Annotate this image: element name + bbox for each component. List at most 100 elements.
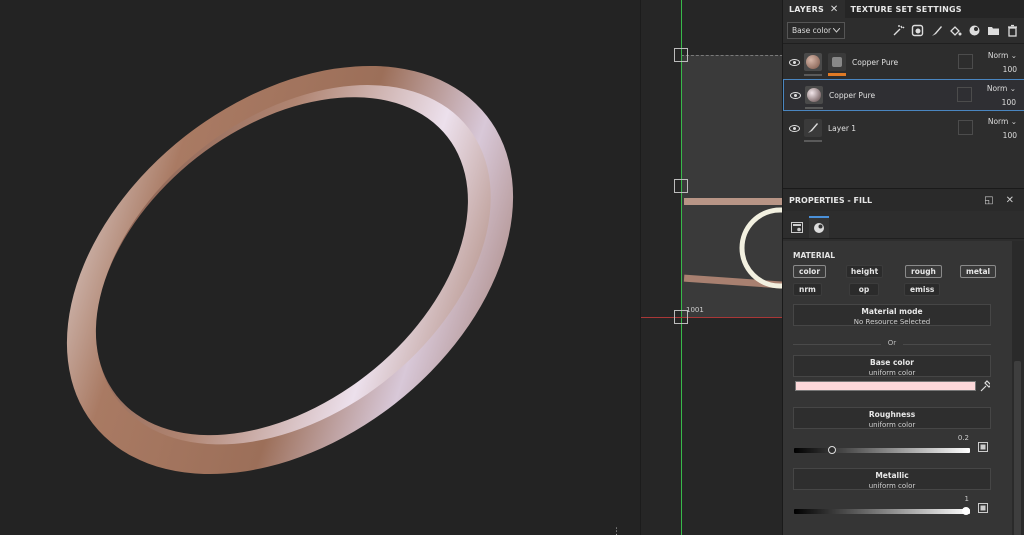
metallic-value: 1 bbox=[964, 495, 969, 503]
channel-toggle-nrm[interactable]: nrm bbox=[793, 283, 822, 296]
trash-icon[interactable] bbox=[1005, 23, 1020, 38]
tab-texture-set-settings[interactable]: TEXTURE SET SETTINGS bbox=[845, 0, 968, 18]
close-icon[interactable]: ✕ bbox=[830, 4, 839, 15]
blend-mode: Norm bbox=[987, 51, 1009, 60]
channel-dropdown[interactable]: Base color bbox=[787, 22, 845, 39]
material-mode-subtitle: No Resource Selected bbox=[853, 318, 931, 326]
blend-mode: Norm bbox=[987, 117, 1009, 126]
transform-handle[interactable] bbox=[674, 48, 688, 62]
properties-title: PROPERTIES - FILL bbox=[789, 195, 873, 205]
layer-opacity[interactable]: 100 bbox=[987, 96, 1016, 110]
undock-icon[interactable]: ◱ bbox=[984, 195, 993, 206]
layer-thumbnail bbox=[804, 119, 822, 142]
channel-toggle-height[interactable]: height bbox=[846, 265, 883, 278]
viewport-2d[interactable]: 1001 bbox=[640, 0, 782, 535]
add-fill-layer-icon[interactable] bbox=[948, 23, 963, 38]
or-label: Or bbox=[887, 339, 897, 347]
layer-name: Copper Pure bbox=[852, 57, 899, 67]
layer-blend-preview bbox=[958, 120, 973, 135]
layer-blend[interactable]: Norm ⌄ 100 bbox=[987, 82, 1016, 110]
roughness-slider[interactable] bbox=[794, 446, 970, 454]
layer-thumbnail bbox=[805, 86, 823, 109]
layers-panel: LAYERS ✕ TEXTURE SET SETTINGS Base color bbox=[782, 0, 1024, 188]
base-color-slot[interactable]: Base color uniform color bbox=[793, 355, 991, 377]
chevron-down-icon: ⌄ bbox=[1008, 51, 1017, 60]
layer-name: Layer 1 bbox=[828, 123, 857, 133]
layer-blend[interactable]: Norm ⌄ 100 bbox=[988, 49, 1017, 77]
tab-texture-set-settings-label: TEXTURE SET SETTINGS bbox=[850, 4, 962, 14]
channel-toggle-emiss[interactable]: emiss bbox=[904, 283, 941, 296]
layers-toolbar: Base color bbox=[783, 18, 1024, 44]
properties-panel: PROPERTIES - FILL ◱ ✕ MATERIAL color hei… bbox=[782, 188, 1024, 535]
roughness-reset-icon[interactable] bbox=[978, 442, 988, 452]
transform-handle[interactable] bbox=[674, 179, 688, 193]
properties-body: MATERIAL color height rough metal nrm op… bbox=[783, 241, 1013, 535]
ring-model bbox=[66, 65, 514, 475]
layer-name: Copper Pure bbox=[829, 90, 876, 100]
metallic-slider-knob[interactable] bbox=[962, 507, 970, 515]
viewport-splitter-handle[interactable]: ⋮ bbox=[612, 527, 621, 535]
metallic-title: Metallic bbox=[875, 471, 909, 480]
roughness-value: 0.2 bbox=[957, 434, 969, 442]
add-smart-material-icon[interactable] bbox=[967, 23, 982, 38]
material-sphere-icon bbox=[814, 223, 824, 233]
roughness-subtitle: uniform color bbox=[868, 421, 916, 429]
close-icon[interactable]: ✕ bbox=[1006, 195, 1014, 206]
tab-fill-settings[interactable] bbox=[787, 216, 807, 238]
tab-layers[interactable]: LAYERS ✕ bbox=[783, 0, 845, 18]
brush-icon bbox=[808, 123, 818, 133]
add-folder-icon[interactable] bbox=[986, 23, 1001, 38]
uv-islands bbox=[683, 198, 782, 289]
layer-opacity[interactable]: 100 bbox=[988, 63, 1017, 77]
roughness-title: Roughness bbox=[868, 410, 916, 419]
layer-blend-preview bbox=[958, 54, 973, 69]
metallic-subtitle: uniform color bbox=[868, 482, 916, 490]
properties-tabs bbox=[783, 211, 1024, 239]
channel-toggle-color[interactable]: color bbox=[793, 265, 827, 278]
metallic-reset-icon[interactable] bbox=[978, 503, 988, 513]
roughness-slider-knob[interactable] bbox=[828, 446, 836, 454]
material-mode-button[interactable]: Material mode No Resource Selected bbox=[793, 304, 991, 326]
layer-opacity[interactable]: 100 bbox=[988, 129, 1017, 143]
eye-icon[interactable] bbox=[787, 124, 801, 132]
material-mode-title: Material mode bbox=[861, 307, 923, 316]
layer-blend[interactable]: Norm ⌄ 100 bbox=[988, 115, 1017, 143]
channel-toggle-rough[interactable]: rough bbox=[905, 265, 942, 278]
fill-settings-icon bbox=[791, 221, 803, 233]
roughness-slot[interactable]: Roughness uniform color bbox=[793, 407, 991, 429]
metallic-slider[interactable] bbox=[794, 507, 970, 515]
layer-thumbnail bbox=[804, 53, 822, 76]
tab-material[interactable] bbox=[809, 216, 829, 238]
add-mask-icon[interactable] bbox=[910, 23, 925, 38]
udim-label: 1001 bbox=[686, 306, 704, 314]
layer-row[interactable]: Copper Pure Norm ⌄ 100 bbox=[783, 79, 1024, 111]
base-color-swatch[interactable] bbox=[795, 381, 976, 391]
add-paint-layer-icon[interactable] bbox=[929, 23, 944, 38]
uv-axis-v bbox=[681, 0, 682, 535]
chevron-down-icon bbox=[833, 28, 840, 33]
properties-header: PROPERTIES - FILL ◱ ✕ bbox=[783, 189, 1024, 211]
eyedropper-icon[interactable] bbox=[980, 380, 990, 392]
channel-dropdown-value: Base color bbox=[792, 26, 832, 35]
layers-tabbar: LAYERS ✕ TEXTURE SET SETTINGS bbox=[783, 0, 1024, 18]
uv-tile bbox=[681, 55, 782, 317]
layer-row[interactable]: Layer 1 Norm ⌄ 100 bbox=[783, 112, 1024, 144]
viewport-3d[interactable]: ⋮ bbox=[0, 0, 640, 535]
properties-scrollbar[interactable] bbox=[1012, 241, 1024, 535]
base-color-subtitle: uniform color bbox=[868, 369, 916, 377]
channel-toggle-op[interactable]: op bbox=[849, 283, 879, 296]
add-effect-icon[interactable] bbox=[891, 23, 906, 38]
scrollbar-thumb[interactable] bbox=[1014, 361, 1021, 535]
uv-axis-u bbox=[641, 317, 782, 318]
chevron-down-icon: ⌄ bbox=[1007, 84, 1016, 93]
metallic-slot[interactable]: Metallic uniform color bbox=[793, 468, 991, 490]
chevron-down-icon: ⌄ bbox=[1008, 117, 1017, 126]
eye-icon[interactable] bbox=[788, 91, 802, 99]
section-title-material: MATERIAL bbox=[793, 251, 836, 260]
layer-row[interactable]: Copper Pure Norm ⌄ 100 bbox=[783, 46, 1024, 78]
mask-thumbnail[interactable] bbox=[828, 53, 846, 76]
channel-toggle-metal[interactable]: metal bbox=[960, 265, 997, 278]
eye-icon[interactable] bbox=[787, 58, 801, 66]
or-separator: Or bbox=[793, 339, 991, 349]
tab-layers-label: LAYERS bbox=[789, 4, 824, 14]
